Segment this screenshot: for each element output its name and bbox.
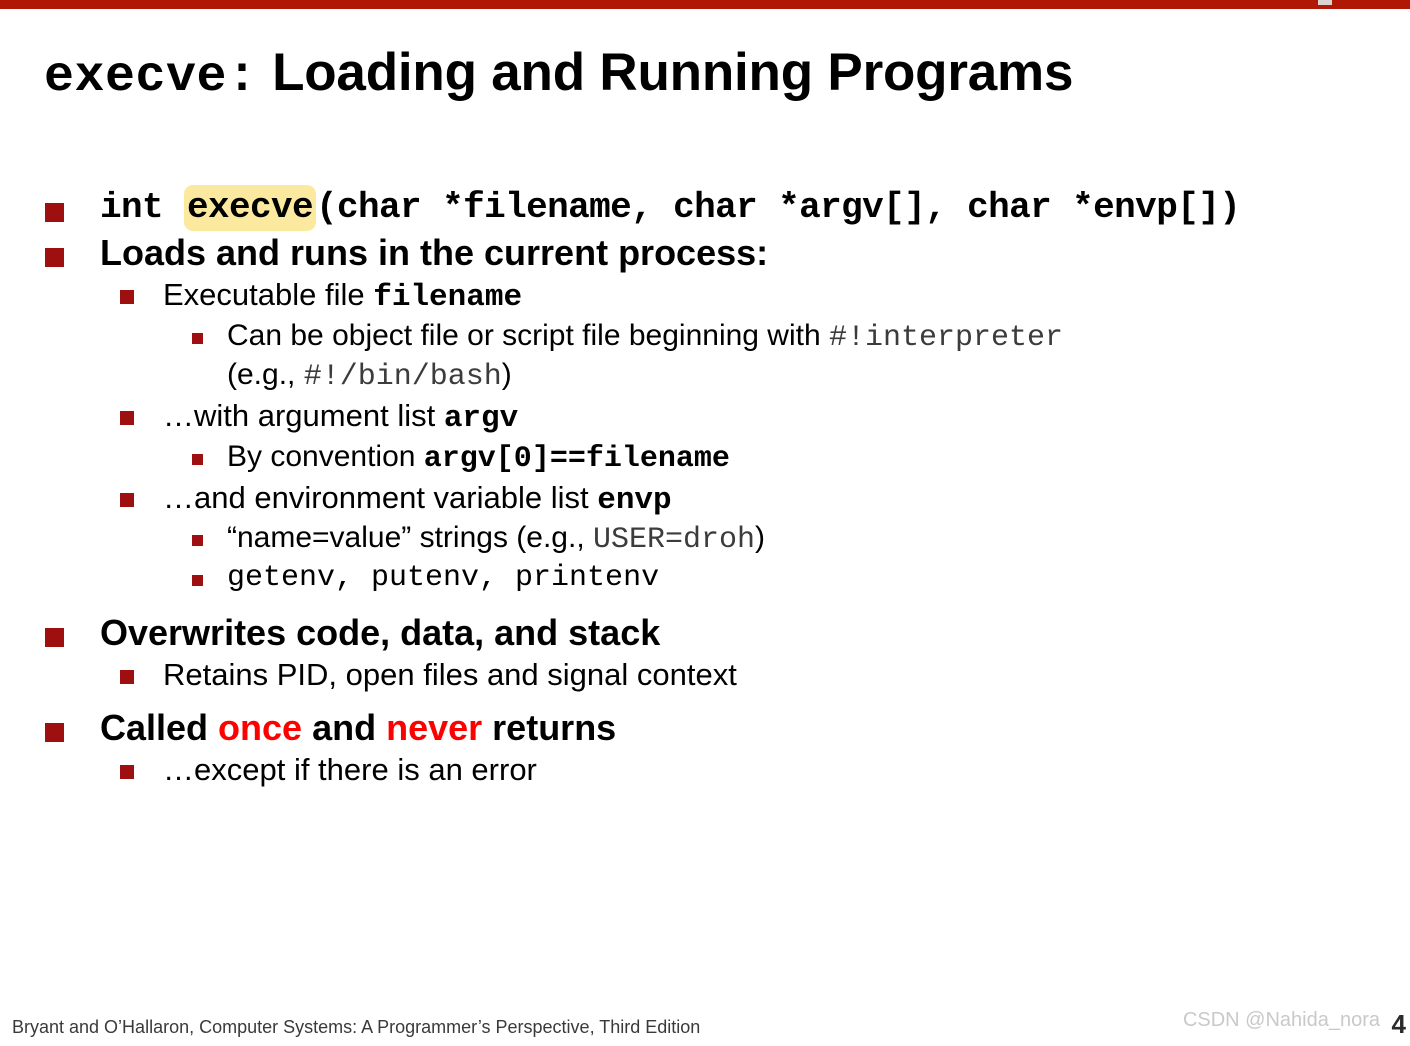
top-bar-notch [1318,0,1332,5]
list-item: Overwrites code, data, and stack [0,611,1410,654]
page-title: execve: Loading and Running Programs [44,44,1374,105]
bullet-square-icon [45,723,64,743]
user-droh-code: USER=droh [593,523,756,558]
called-once-item: Called once and never returns [100,706,616,749]
name-value-suffix: ) [755,521,766,555]
overwrites-label: Overwrites code, data, and stack [100,612,661,654]
object-or-script-eg-prefix: (e.g., [227,358,304,392]
argv-code: argv [443,400,519,436]
by-convention-item: By convention argv[0]==filename [227,439,730,478]
bullet-square-icon [120,290,134,305]
list-item: By convention argv[0]==filename [0,439,1410,478]
argument-list-item: …with argument list argv [163,397,518,438]
object-or-script-item: Can be object file or script file beginn… [227,318,1063,396]
bullet-square-icon [45,203,64,222]
page-title-text: Loading and Running Programs [257,43,1074,102]
object-or-script-text: Can be object file or script file beginn… [227,319,829,353]
by-convention-text: By convention [227,439,424,473]
list-item: …with argument list argv [0,397,1410,438]
bullet-square-icon [192,333,203,345]
list-item: Called once and never returns [0,706,1410,749]
bullet-square-icon [45,628,64,648]
object-or-script-eg-suffix: ) [501,358,512,392]
list-item: “name=value” strings (e.g., USER=droh) [0,520,1410,559]
except-error-label: …except if there is an error [163,752,537,788]
list-item: Retains PID, open files and signal conte… [0,656,1410,694]
top-accent-bar [0,0,1410,9]
argv-zero-code: argv[0]==filename [423,441,730,476]
csdn-watermark: CSDN @Nahida_nora [1182,1009,1380,1031]
executable-file-code: filename [373,280,523,316]
bullet-square-icon [120,765,134,780]
list-item: getenv, putenv, printenv [0,560,1410,597]
list-item: Executable file filename [0,276,1410,317]
bullet-square-icon [192,575,203,587]
bullet-square-icon [120,670,134,685]
slide-content: int execve(char *filename, char *argv[],… [0,185,1410,790]
bullet-square-icon [45,248,64,268]
page-number: 4 [1391,1009,1406,1039]
environment-list-item: …and environment variable list envp [163,479,672,520]
emphasis-once: once [218,707,303,749]
list-item: Can be object file or script file beginn… [0,318,1410,396]
function-signature: int execve(char *filename, char *argv[],… [100,185,1241,231]
page-title-code: execve: [44,49,258,106]
list-item: int execve(char *filename, char *argv[],… [0,185,1410,231]
signature-function-highlight: execve [184,185,317,231]
argument-list-text: …with argument list [163,397,444,433]
list-item: …except if there is an error [0,751,1410,789]
bullet-square-icon [120,492,134,507]
name-value-item: “name=value” strings (e.g., USER=droh) [227,520,765,559]
bullet-square-icon [120,410,134,425]
bash-shebang-code: #!/bin/bash [303,360,502,395]
executable-file-item: Executable file filename [163,276,522,317]
called-prefix: Called [100,707,219,749]
list-item: …and environment variable list envp [0,479,1410,520]
interpreter-code: #!interpreter [829,321,1064,356]
signature-prefix: int [100,187,185,228]
environment-list-text: …and environment variable list [163,479,598,515]
bullet-square-icon [192,535,203,547]
loads-and-runs-label: Loads and runs in the current process: [100,232,769,274]
name-value-text: “name=value” strings (e.g., [227,521,593,555]
envp-code: envp [597,482,672,518]
signature-params: (char *filename, char *argv[], char *env… [316,187,1241,228]
called-middle: and [302,707,387,749]
executable-file-text: Executable file [163,277,374,313]
emphasis-never: never [386,707,483,749]
list-item: Loads and runs in the current process: [0,231,1410,274]
called-suffix: returns [482,707,617,749]
bullet-square-icon [192,453,203,465]
footer-attribution: Bryant and O’Hallaron, Computer Systems:… [12,1017,701,1037]
env-functions-code: getenv, putenv, printenv [227,561,660,596]
retains-pid-label: Retains PID, open files and signal conte… [163,657,737,693]
